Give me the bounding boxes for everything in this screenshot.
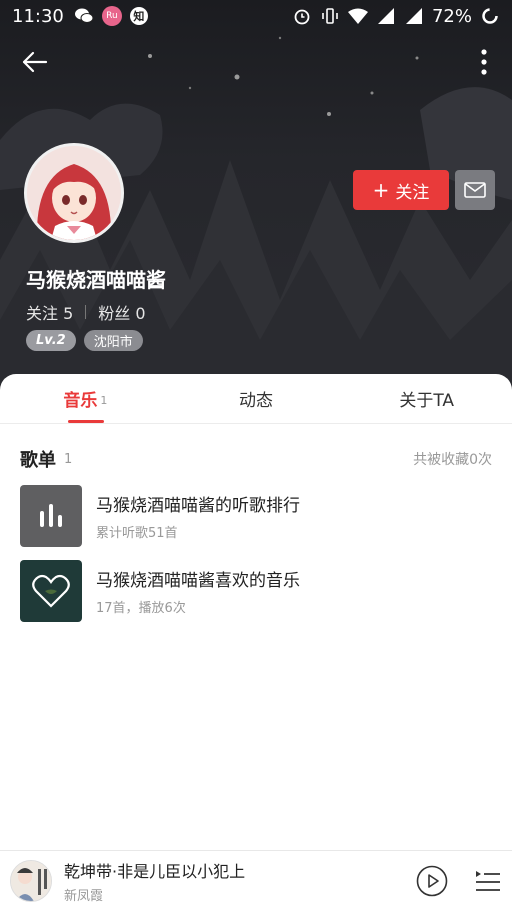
tab-music[interactable]: 音乐 1 xyxy=(0,374,171,423)
album-art-image xyxy=(11,860,51,901)
playlist-title: 马猴烧酒喵喵酱的听歌排行 xyxy=(96,496,300,516)
more-vertical-icon xyxy=(481,49,487,75)
anime-avatar-image xyxy=(27,146,121,240)
message-button[interactable] xyxy=(455,170,495,210)
stats-divider xyxy=(85,305,87,319)
following-stat[interactable]: 关注 5 xyxy=(26,300,73,324)
tab-about[interactable]: 关于TA xyxy=(341,374,512,423)
follow-button-label: 关注 xyxy=(395,182,430,203)
signal-icon xyxy=(376,6,396,26)
status-time: 11:30 xyxy=(12,5,64,27)
vibrate-icon xyxy=(320,6,340,26)
back-button[interactable] xyxy=(16,44,52,80)
content-panel: 音乐 1 动态 关于TA 歌单 1 共被收藏0次 马猴烧酒喵喵酱的听歌排行 累计… xyxy=(0,374,512,850)
play-button[interactable] xyxy=(416,865,448,897)
profile-stats: 关注 5 粉丝 0 xyxy=(26,300,146,324)
tab-music-label: 音乐 xyxy=(63,391,98,411)
city-badge: 沈阳市 xyxy=(83,330,143,351)
playlist-item[interactable]: 马猴烧酒喵喵酱喜欢的音乐 17首，播放6次 xyxy=(20,560,492,622)
app-notification-icon: Ru xyxy=(101,6,122,26)
profile-tags: Lv.2 沈阳市 xyxy=(26,330,143,351)
active-tab-indicator xyxy=(68,420,104,423)
section-title: 歌单 xyxy=(20,450,56,471)
bar-chart-icon xyxy=(40,504,62,527)
arrow-left-icon xyxy=(22,51,48,73)
playlist-subtitle: 17首，播放6次 xyxy=(96,601,186,616)
profile-tabs: 音乐 1 动态 关于TA xyxy=(0,374,512,424)
playlist-title: 马猴烧酒喵喵酱喜欢的音乐 xyxy=(96,571,300,591)
playlist-cover xyxy=(20,485,82,547)
profile-nickname: 马猴烧酒喵喵酱 xyxy=(26,268,166,292)
avatar[interactable] xyxy=(24,143,124,243)
now-playing-cover[interactable] xyxy=(10,859,52,902)
zhihu-icon: 知 xyxy=(129,7,148,25)
playlists-section-header: 歌单 1 共被收藏0次 xyxy=(20,446,492,472)
now-playing-artist: 新凤霞 xyxy=(64,888,104,904)
alarm-icon xyxy=(292,6,312,26)
playlist-cover xyxy=(20,560,82,622)
tab-about-label: 关于TA xyxy=(399,391,455,411)
fans-stat[interactable]: 粉丝 0 xyxy=(98,300,145,324)
tab-activity[interactable]: 动态 xyxy=(171,374,342,423)
follow-button[interactable]: + 关注 xyxy=(353,170,449,210)
playlist-subtitle: 累计听歌51首 xyxy=(96,526,178,541)
play-icon xyxy=(416,865,448,896)
fans-count: 0 xyxy=(135,304,146,323)
wifi-icon xyxy=(347,6,368,26)
fans-label: 粉丝 xyxy=(98,304,131,323)
section-count: 1 xyxy=(64,451,73,467)
following-label: 关注 xyxy=(26,304,59,323)
mini-player[interactable]: 乾坤带·非是儿臣以小犯上 新凤霞 xyxy=(0,850,512,910)
profile-header: 11:30 Ru 知 72% + 关注 马猴烧酒喵喵酱 关注 5 粉丝 0 Lv… xyxy=(0,0,512,400)
queue-list-icon xyxy=(476,870,500,891)
more-options-button[interactable] xyxy=(474,46,494,78)
battery-icon xyxy=(480,6,500,26)
status-bar: 11:30 Ru 知 72% xyxy=(0,0,512,32)
battery-percent: 72% xyxy=(431,5,472,27)
playlist-item[interactable]: 马猴烧酒喵喵酱的听歌排行 累计听歌51首 xyxy=(20,485,492,547)
signal-2-icon xyxy=(404,6,424,26)
collected-count: 共被收藏0次 xyxy=(413,452,492,468)
wechat-icon xyxy=(74,6,94,26)
tab-music-count: 1 xyxy=(100,394,108,407)
playlist-queue-button[interactable] xyxy=(474,867,502,895)
plus-icon: + xyxy=(372,178,390,202)
heart-icon xyxy=(32,574,70,608)
following-count: 5 xyxy=(63,304,74,323)
envelope-icon xyxy=(464,182,486,198)
now-playing-title: 乾坤带·非是儿臣以小犯上 xyxy=(64,861,246,881)
level-badge[interactable]: Lv.2 xyxy=(26,330,76,351)
tab-activity-label: 动态 xyxy=(239,391,273,411)
